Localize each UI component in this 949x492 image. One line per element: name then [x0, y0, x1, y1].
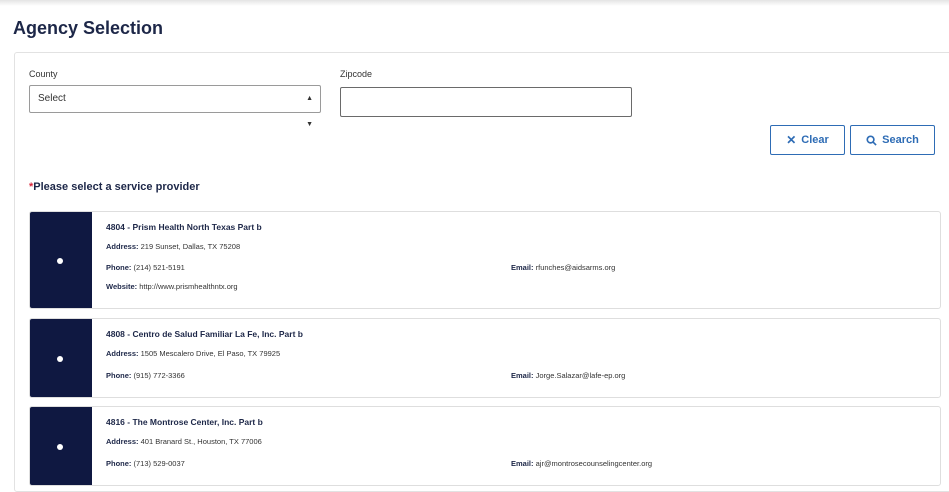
provider-name: 4816 - The Montrose Center, Inc. Part b — [106, 417, 263, 427]
chevron-updown-icon: ▲ ▼ — [306, 95, 313, 128]
provider-card[interactable]: 4808 - Centro de Salud Familiar La Fe, I… — [29, 318, 941, 398]
provider-radio[interactable] — [57, 258, 63, 264]
provider-section-text: Please select a service provider — [33, 181, 200, 193]
provider-email: Email: Jorge.Salazar@lafe-ep.org — [511, 371, 626, 380]
provider-select-area[interactable] — [30, 212, 92, 308]
provider-address: Address: 401 Branard St., Houston, TX 77… — [106, 437, 262, 446]
provider-email: Email: ajr@montrosecounselingcenter.org — [511, 459, 653, 468]
provider-select-area[interactable] — [30, 319, 92, 397]
provider-name: 4804 - Prism Health North Texas Part b — [106, 222, 262, 232]
county-select-value: Select — [38, 93, 66, 104]
clear-button-label: Clear — [801, 134, 829, 146]
provider-select-area[interactable] — [30, 407, 92, 485]
search-button[interactable]: Search — [850, 125, 935, 155]
provider-phone: Phone: (214) 521-5191 — [106, 263, 185, 272]
clear-button[interactable]: ✕ Clear — [770, 125, 845, 155]
provider-radio[interactable] — [57, 356, 63, 362]
provider-address: Address: 219 Sunset, Dallas, TX 75208 — [106, 242, 241, 251]
top-bar-shadow — [0, 0, 949, 6]
provider-section-label: *Please select a service provider — [29, 181, 200, 193]
county-label: County — [29, 69, 58, 79]
page-title: Agency Selection — [13, 18, 164, 38]
provider-email: Email: rfunches@aidsarms.org — [511, 263, 616, 272]
search-button-label: Search — [882, 134, 919, 146]
close-icon: ✕ — [786, 133, 797, 147]
zipcode-input[interactable] — [340, 87, 632, 117]
provider-card[interactable]: 4816 - The Montrose Center, Inc. Part b … — [29, 406, 941, 486]
provider-website: Website: http://www.prismhealthntx.org — [106, 282, 238, 291]
search-icon — [866, 134, 877, 146]
county-select[interactable]: Select ▲ ▼ — [29, 85, 321, 128]
zipcode-label: Zipcode — [340, 69, 373, 79]
provider-phone: Phone: (915) 772-3366 — [106, 371, 185, 380]
provider-radio[interactable] — [57, 444, 63, 450]
provider-name: 4808 - Centro de Salud Familiar La Fe, I… — [106, 329, 303, 339]
agency-selection-panel: County Select ▲ ▼ Zipcode ✕ Clear Search … — [14, 52, 949, 492]
provider-address: Address: 1505 Mescalero Drive, El Paso, … — [106, 349, 281, 358]
provider-card[interactable]: 4804 - Prism Health North Texas Part b A… — [29, 211, 941, 309]
provider-phone: Phone: (713) 529-0037 — [106, 459, 185, 468]
